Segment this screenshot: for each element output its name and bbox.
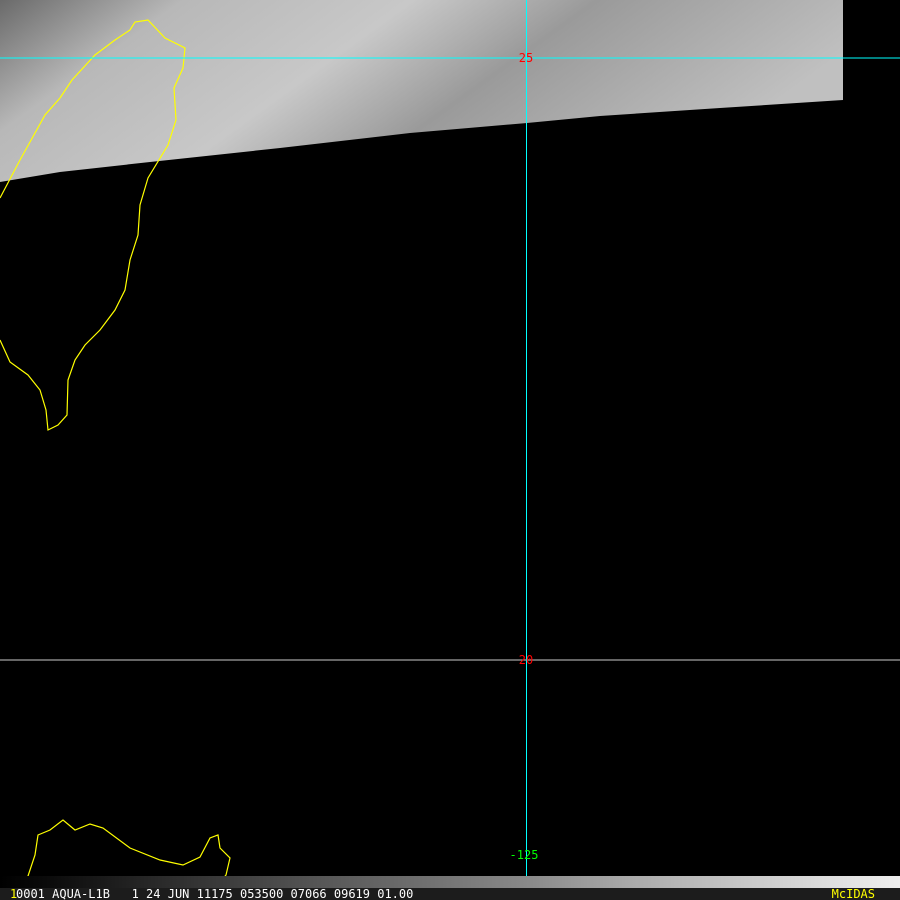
satellite-image-viewer: 25 20 -125 1 0001 AQUA-L1B 1 24 JUN 1117… xyxy=(0,0,900,900)
latitude-label-25: 25 xyxy=(519,51,533,65)
status-bar: 1 0001 AQUA-L1B 1 24 JUN 11175 053500 07… xyxy=(0,888,900,900)
cloud-swath xyxy=(0,0,843,182)
image-info: 0001 AQUA-L1B 1 24 JUN 11175 053500 0706… xyxy=(16,887,414,900)
mcidas-logo: McIDAS xyxy=(831,887,875,900)
satellite-image: 25 20 -125 xyxy=(0,0,900,889)
longitude-label-125: -125 xyxy=(510,848,539,862)
latitude-label-20: 20 xyxy=(519,653,533,667)
